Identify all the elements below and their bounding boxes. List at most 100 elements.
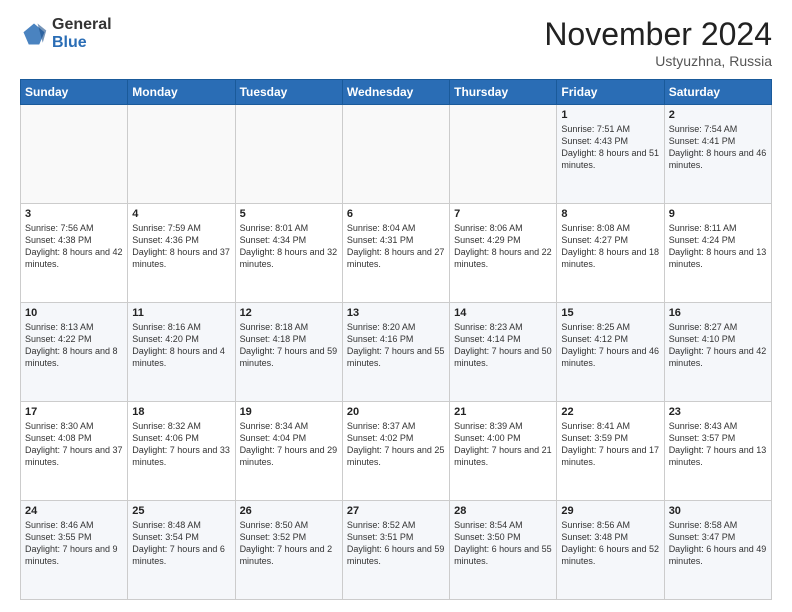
calendar-cell: 16Sunrise: 8:27 AM Sunset: 4:10 PM Dayli… bbox=[664, 303, 771, 402]
day-info: Sunrise: 8:18 AM Sunset: 4:18 PM Dayligh… bbox=[240, 321, 338, 370]
day-number: 29 bbox=[561, 505, 659, 517]
calendar-cell bbox=[450, 105, 557, 204]
day-of-week-header: Sunday bbox=[21, 80, 128, 105]
day-of-week-header: Wednesday bbox=[342, 80, 449, 105]
calendar-cell: 13 Sunrise: 8:20 AM Sunset: 4:16 PM Dayli… bbox=[342, 303, 449, 402]
day-info: Sunrise: 8:25 AM Sunset: 4:12 PM Dayligh… bbox=[561, 321, 659, 370]
day-info: Sunrise: 8:20 AM Sunset: 4:16 PM Dayligh… bbox=[347, 321, 445, 370]
logo-text: General Blue bbox=[52, 16, 112, 51]
day-number: 8 bbox=[561, 208, 659, 220]
calendar-table: SundayMondayTuesdayWednesdayThursdayFrid… bbox=[20, 79, 772, 600]
day-info: Sunrise: 8:13 AM Sunset: 4:22 PM Dayligh… bbox=[25, 321, 123, 370]
day-info: Sunrise: 8:32 AM Sunset: 4:06 PM Dayligh… bbox=[132, 420, 230, 469]
day-number: 10 bbox=[25, 307, 123, 319]
calendar-cell: 20 Sunrise: 8:37 AM Sunset: 4:02 PM Dayli… bbox=[342, 402, 449, 501]
day-info: Sunrise: 7:56 AM Sunset: 4:38 PM Dayligh… bbox=[25, 222, 123, 271]
calendar-week-row: 3 Sunrise: 7:56 AM Sunset: 4:38 PM Daylig… bbox=[21, 204, 772, 303]
calendar-cell: 25 Sunrise: 8:48 AM Sunset: 3:54 PM Dayli… bbox=[128, 501, 235, 600]
day-number: 14 bbox=[454, 307, 552, 319]
day-info: Sunrise: 8:06 AM Sunset: 4:29 PM Dayligh… bbox=[454, 222, 552, 271]
calendar-cell bbox=[235, 105, 342, 204]
calendar-cell bbox=[342, 105, 449, 204]
header: General Blue November 2024 Ustyuzhna, Ru… bbox=[20, 16, 772, 69]
day-info: Sunrise: 8:43 AM Sunset: 3:57 PM Dayligh… bbox=[669, 420, 767, 469]
calendar-cell: 26 Sunrise: 8:50 AM Sunset: 3:52 PM Dayli… bbox=[235, 501, 342, 600]
day-number: 25 bbox=[132, 505, 230, 517]
calendar-cell: 1Sunrise: 7:51 AM Sunset: 4:43 PM Daylig… bbox=[557, 105, 664, 204]
day-info: Sunrise: 8:39 AM Sunset: 4:00 PM Dayligh… bbox=[454, 420, 552, 469]
day-info: Sunrise: 8:34 AM Sunset: 4:04 PM Dayligh… bbox=[240, 420, 338, 469]
calendar-cell: 19 Sunrise: 8:34 AM Sunset: 4:04 PM Dayli… bbox=[235, 402, 342, 501]
calendar-week-row: 24 Sunrise: 8:46 AM Sunset: 3:55 PM Dayli… bbox=[21, 501, 772, 600]
calendar-week-row: 1Sunrise: 7:51 AM Sunset: 4:43 PM Daylig… bbox=[21, 105, 772, 204]
page: General Blue November 2024 Ustyuzhna, Ru… bbox=[0, 0, 792, 612]
day-number: 24 bbox=[25, 505, 123, 517]
calendar-cell: 12 Sunrise: 8:18 AM Sunset: 4:18 PM Dayli… bbox=[235, 303, 342, 402]
calendar-cell: 27 Sunrise: 8:52 AM Sunset: 3:51 PM Dayli… bbox=[342, 501, 449, 600]
day-number: 13 bbox=[347, 307, 445, 319]
day-info: Sunrise: 8:52 AM Sunset: 3:51 PM Dayligh… bbox=[347, 519, 445, 568]
calendar-cell: 29 Sunrise: 8:56 AM Sunset: 3:48 PM Dayli… bbox=[557, 501, 664, 600]
day-of-week-header: Monday bbox=[128, 80, 235, 105]
day-number: 1 bbox=[561, 109, 659, 121]
calendar-cell: 21Sunrise: 8:39 AM Sunset: 4:00 PM Dayli… bbox=[450, 402, 557, 501]
day-number: 26 bbox=[240, 505, 338, 517]
day-info: Sunrise: 8:50 AM Sunset: 3:52 PM Dayligh… bbox=[240, 519, 338, 568]
day-info: Sunrise: 8:08 AM Sunset: 4:27 PM Dayligh… bbox=[561, 222, 659, 271]
day-of-week-header: Saturday bbox=[664, 80, 771, 105]
month-title: November 2024 bbox=[544, 16, 772, 53]
day-number: 20 bbox=[347, 406, 445, 418]
day-number: 4 bbox=[132, 208, 230, 220]
day-info: Sunrise: 8:01 AM Sunset: 4:34 PM Dayligh… bbox=[240, 222, 338, 271]
logo: General Blue bbox=[20, 16, 112, 51]
calendar-cell: 14 Sunrise: 8:23 AM Sunset: 4:14 PM Dayli… bbox=[450, 303, 557, 402]
calendar-cell: 22Sunrise: 8:41 AM Sunset: 3:59 PM Dayli… bbox=[557, 402, 664, 501]
calendar-cell: 7 Sunrise: 8:06 AM Sunset: 4:29 PM Daylig… bbox=[450, 204, 557, 303]
day-number: 28 bbox=[454, 505, 552, 517]
calendar-cell: 2 Sunrise: 7:54 AM Sunset: 4:41 PM Daylig… bbox=[664, 105, 771, 204]
day-number: 19 bbox=[240, 406, 338, 418]
logo-icon bbox=[20, 20, 48, 48]
calendar-cell: 6Sunrise: 8:04 AM Sunset: 4:31 PM Daylig… bbox=[342, 204, 449, 303]
day-number: 3 bbox=[25, 208, 123, 220]
day-info: Sunrise: 8:56 AM Sunset: 3:48 PM Dayligh… bbox=[561, 519, 659, 568]
day-info: Sunrise: 8:54 AM Sunset: 3:50 PM Dayligh… bbox=[454, 519, 552, 568]
calendar-cell: 10 Sunrise: 8:13 AM Sunset: 4:22 PM Dayli… bbox=[21, 303, 128, 402]
day-number: 16 bbox=[669, 307, 767, 319]
calendar-cell: 28 Sunrise: 8:54 AM Sunset: 3:50 PM Dayli… bbox=[450, 501, 557, 600]
location: Ustyuzhna, Russia bbox=[544, 53, 772, 69]
calendar-body: 1Sunrise: 7:51 AM Sunset: 4:43 PM Daylig… bbox=[21, 105, 772, 600]
day-info: Sunrise: 7:54 AM Sunset: 4:41 PM Dayligh… bbox=[669, 123, 767, 172]
day-number: 2 bbox=[669, 109, 767, 121]
day-info: Sunrise: 8:48 AM Sunset: 3:54 PM Dayligh… bbox=[132, 519, 230, 568]
calendar-cell: 23Sunrise: 8:43 AM Sunset: 3:57 PM Dayli… bbox=[664, 402, 771, 501]
calendar-header: SundayMondayTuesdayWednesdayThursdayFrid… bbox=[21, 80, 772, 105]
day-info: Sunrise: 7:59 AM Sunset: 4:36 PM Dayligh… bbox=[132, 222, 230, 271]
calendar-cell: 15 Sunrise: 8:25 AM Sunset: 4:12 PM Dayli… bbox=[557, 303, 664, 402]
day-number: 27 bbox=[347, 505, 445, 517]
logo-general-text: General bbox=[52, 16, 112, 34]
day-info: Sunrise: 8:46 AM Sunset: 3:55 PM Dayligh… bbox=[25, 519, 123, 568]
day-number: 12 bbox=[240, 307, 338, 319]
day-info: Sunrise: 8:23 AM Sunset: 4:14 PM Dayligh… bbox=[454, 321, 552, 370]
calendar-week-row: 10 Sunrise: 8:13 AM Sunset: 4:22 PM Dayli… bbox=[21, 303, 772, 402]
calendar-cell: 4 Sunrise: 7:59 AM Sunset: 4:36 PM Daylig… bbox=[128, 204, 235, 303]
day-of-week-header: Tuesday bbox=[235, 80, 342, 105]
day-of-week-header: Friday bbox=[557, 80, 664, 105]
calendar-cell: 18 Sunrise: 8:32 AM Sunset: 4:06 PM Dayli… bbox=[128, 402, 235, 501]
day-info: Sunrise: 8:37 AM Sunset: 4:02 PM Dayligh… bbox=[347, 420, 445, 469]
calendar-cell: 3 Sunrise: 7:56 AM Sunset: 4:38 PM Daylig… bbox=[21, 204, 128, 303]
day-info: Sunrise: 8:16 AM Sunset: 4:20 PM Dayligh… bbox=[132, 321, 230, 370]
day-number: 17 bbox=[25, 406, 123, 418]
calendar-cell: 24 Sunrise: 8:46 AM Sunset: 3:55 PM Dayli… bbox=[21, 501, 128, 600]
day-info: Sunrise: 8:30 AM Sunset: 4:08 PM Dayligh… bbox=[25, 420, 123, 469]
day-number: 7 bbox=[454, 208, 552, 220]
calendar-cell: 30Sunrise: 8:58 AM Sunset: 3:47 PM Dayli… bbox=[664, 501, 771, 600]
day-number: 11 bbox=[132, 307, 230, 319]
day-number: 30 bbox=[669, 505, 767, 517]
calendar-cell bbox=[128, 105, 235, 204]
day-number: 18 bbox=[132, 406, 230, 418]
day-header-row: SundayMondayTuesdayWednesdayThursdayFrid… bbox=[21, 80, 772, 105]
day-number: 15 bbox=[561, 307, 659, 319]
calendar-cell: 17 Sunrise: 8:30 AM Sunset: 4:08 PM Dayli… bbox=[21, 402, 128, 501]
